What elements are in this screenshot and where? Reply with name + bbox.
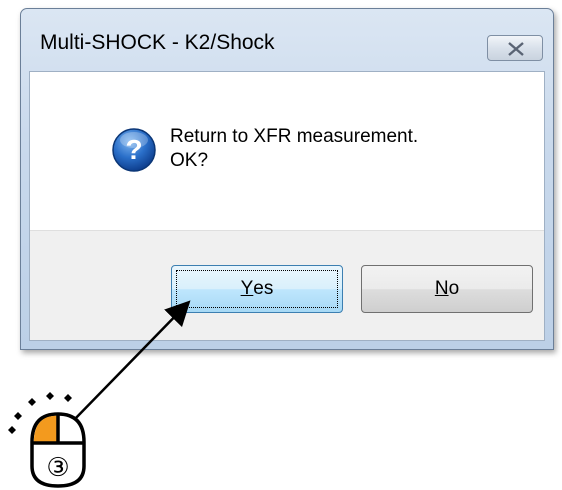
message-line-1: Return to XFR measurement. bbox=[170, 126, 419, 147]
message-area: ? Return to XFR measurement. OK? bbox=[30, 72, 544, 231]
no-button[interactable]: No bbox=[361, 265, 533, 313]
dialog-body: ? Return to XFR measurement. OK? Yes No bbox=[29, 71, 545, 341]
confirm-dialog: Multi-SHOCK - K2/Shock ? Return to XFR m… bbox=[20, 8, 554, 350]
question-icon: ? bbox=[112, 128, 156, 172]
step-number: ③ bbox=[46, 453, 69, 483]
close-icon bbox=[508, 42, 524, 56]
svg-text:?: ? bbox=[125, 134, 142, 165]
title-bar: Multi-SHOCK - K2/Shock bbox=[21, 9, 553, 71]
sparkle-icon bbox=[28, 398, 36, 406]
yes-button[interactable]: Yes bbox=[171, 265, 343, 313]
close-button[interactable] bbox=[487, 35, 543, 61]
sparkle-icon bbox=[14, 412, 22, 420]
mouse-left-click-icon: ③ bbox=[8, 392, 86, 488]
sparkle-icon bbox=[46, 392, 54, 400]
no-mnemonic: N bbox=[434, 278, 449, 299]
message-line-2: OK? bbox=[170, 150, 209, 171]
dialog-title: Multi-SHOCK - K2/Shock bbox=[40, 31, 275, 54]
focus-rectangle bbox=[176, 270, 338, 308]
no-label-rest: o bbox=[448, 278, 460, 299]
message-text: Return to XFR measurement. OK? bbox=[170, 125, 418, 173]
sparkle-icon bbox=[8, 426, 16, 434]
sparkle-icon bbox=[64, 394, 72, 402]
